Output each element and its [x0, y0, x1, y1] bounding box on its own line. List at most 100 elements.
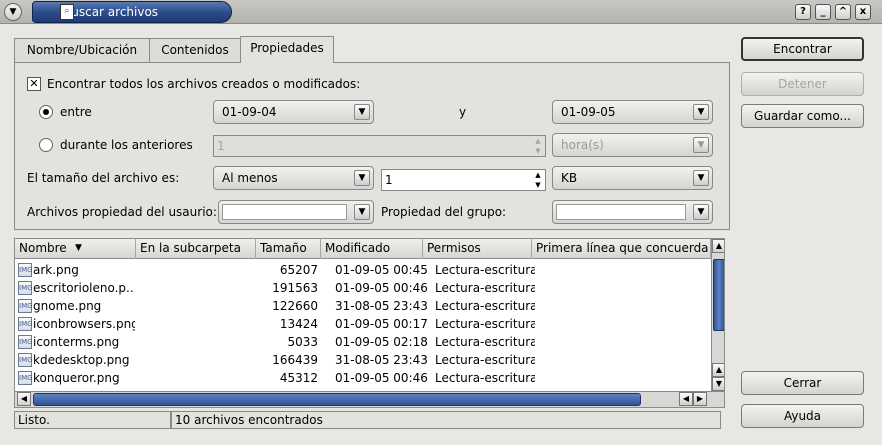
help-window-button[interactable]: ? [795, 4, 811, 20]
cell-permissions: Lectura-escritura [435, 335, 535, 349]
tab-properties[interactable]: Propiedades [240, 36, 334, 63]
scroll-left-icon[interactable]: ◀ [679, 392, 693, 406]
column-header-subfolder[interactable]: En la subcarpeta [136, 239, 256, 259]
chevron-down-icon: ▼ [693, 170, 709, 186]
during-unit-value: hora(s) [561, 138, 604, 152]
tab-name-location-label: Nombre/Ubicación [26, 43, 138, 57]
cell-modified: 01-09-05 00:45 [335, 263, 428, 277]
horizontal-scroll-thumb[interactable] [33, 393, 641, 406]
cell-name: escritorioleno.p... [33, 281, 135, 295]
help-button[interactable]: Ayuda [741, 404, 864, 428]
vertical-scroll-thumb[interactable] [713, 259, 724, 331]
cell-permissions: Lectura-escritura [435, 263, 535, 277]
during-value-spinbox[interactable]: 1 ▲ ▼ [213, 135, 546, 157]
owner-user-combo[interactable]: ▼ [218, 200, 374, 224]
size-mode-select[interactable]: Al menos ▼ [213, 166, 374, 190]
tab-name-location[interactable]: Nombre/Ubicación [14, 38, 150, 62]
spin-arrows-icon: ▲ ▼ [535, 171, 541, 189]
close-button[interactable]: Cerrar [741, 371, 864, 395]
image-file-icon: IMG [18, 281, 33, 295]
size-unit-select[interactable]: KB ▼ [552, 166, 713, 190]
vertical-scrollbar[interactable]: ▲ ▲ ▼ [711, 239, 724, 391]
close-window-button[interactable]: x [855, 4, 871, 20]
scroll-right-icon[interactable]: ▶ [693, 392, 707, 406]
minimize-button[interactable]: _ [815, 4, 831, 20]
status-found-count: 10 archivos encontrados [171, 411, 721, 429]
tab-contents-label: Contenidos [161, 43, 229, 57]
table-row[interactable]: IMG kdedesktop.png 166439 31-08-05 23:43 Lec… [15, 351, 711, 369]
cell-size: 13424 [279, 317, 318, 331]
find-created-modified-checkbox[interactable]: ✕ [27, 77, 41, 91]
scroll-up-icon[interactable]: ▲ [712, 363, 724, 377]
chevron-down-icon: ▼ [354, 104, 370, 120]
owner-group-label: Propiedad del grupo: [381, 205, 507, 219]
cell-name: kdedesktop.png [33, 353, 130, 367]
column-header-size[interactable]: Tamaño [256, 239, 321, 259]
table-row[interactable]: IMG ark.png 65207 01-09-05 00:45 Lectura-esc… [15, 261, 711, 279]
and-label: y [459, 105, 467, 119]
horizontal-scrollbar[interactable]: ◀ ◀ ▶ [15, 391, 724, 407]
cell-size: 122660 [272, 299, 318, 313]
between-label: entre [60, 105, 92, 119]
between-radio[interactable] [39, 105, 53, 119]
image-file-icon: IMG [18, 371, 33, 385]
column-name-label: Nombre [19, 241, 67, 255]
cell-name: iconbrowsers.png [33, 317, 135, 331]
during-label: durante los anteriores [60, 138, 193, 152]
maximize-button[interactable]: ^ [835, 4, 851, 20]
cell-permissions: Lectura-escritura [435, 371, 535, 385]
results-table[interactable]: Nombre ▼ En la subcarpeta Tamaño Modific… [14, 238, 725, 408]
cell-size: 166439 [272, 353, 318, 367]
cell-modified: 31-08-05 23:43 [335, 353, 428, 367]
spin-arrows-icon: ▲ ▼ [535, 137, 541, 155]
table-row[interactable]: IMG iconbrowsers.png 13424 01-09-05 00:17 Le… [15, 315, 711, 333]
chevron-down-icon: ▼ [354, 170, 370, 186]
chevron-down-icon: ▼ [354, 204, 370, 220]
cell-permissions: Lectura-escritura [435, 299, 535, 313]
cell-permissions: Lectura-escritura [435, 353, 535, 367]
scroll-down-icon[interactable]: ▼ [712, 377, 724, 391]
date-to-select[interactable]: 01-09-05 ▼ [552, 100, 713, 124]
stop-button[interactable]: Detener [741, 72, 864, 96]
image-file-icon: IMG [18, 263, 33, 277]
save-as-button[interactable]: Guardar como... [741, 104, 864, 128]
date-from-select[interactable]: 01-09-04 ▼ [213, 100, 374, 124]
cell-modified: 31-08-05 23:43 [335, 299, 428, 313]
cell-size: 5033 [287, 335, 318, 349]
window-title: Buscar archivos [63, 5, 159, 19]
cell-name: iconterms.png [33, 335, 120, 349]
column-header-permissions[interactable]: Permisos [423, 239, 532, 259]
column-header-modified[interactable]: Modificado [321, 239, 423, 259]
cell-modified: 01-09-05 00:17 [335, 317, 428, 331]
window-menu-button[interactable]: ▼ [4, 3, 22, 21]
column-header-first-line[interactable]: Primera línea que concuerda [532, 239, 711, 259]
chevron-down-icon: ▼ [693, 104, 709, 120]
cell-name: gnome.png [33, 299, 102, 313]
scroll-up-icon[interactable]: ▲ [712, 239, 724, 253]
owner-user-input[interactable] [222, 204, 347, 220]
tab-properties-label: Propiedades [250, 41, 324, 55]
scroll-left-icon[interactable]: ◀ [17, 392, 31, 406]
cell-size: 45312 [279, 371, 318, 385]
table-row[interactable]: IMG gnome.png 122660 31-08-05 23:43 Lectura-… [15, 297, 711, 315]
during-unit-select[interactable]: hora(s) ▼ [552, 133, 713, 157]
table-row[interactable]: IMG konqueror.png 45312 01-09-05 00:46 Lectu… [15, 369, 711, 387]
table-row[interactable]: IMG escritorioleno.p... 191563 01-09-05 00:… [15, 279, 711, 297]
column-header-name[interactable]: Nombre ▼ [15, 239, 136, 259]
during-radio[interactable] [39, 138, 53, 152]
size-mode-value: Al menos [222, 171, 278, 185]
cell-permissions: Lectura-escritura [435, 317, 535, 331]
sort-desc-icon: ▼ [75, 243, 82, 253]
chevron-down-icon: ▼ [693, 204, 709, 220]
tab-contents[interactable]: Contenidos [149, 38, 241, 62]
owner-group-input[interactable] [556, 204, 686, 220]
size-value-spinbox[interactable]: 1 ▲ ▼ [381, 169, 546, 191]
owner-group-combo[interactable]: ▼ [552, 200, 713, 224]
image-file-icon: IMG [18, 335, 33, 349]
cell-modified: 01-09-05 00:46 [335, 281, 428, 295]
find-created-modified-label: Encontrar todos los archivos creados o m… [47, 77, 361, 91]
table-row[interactable]: IMG iconterms.png 5033 01-09-05 02:18 Lectur… [15, 333, 711, 351]
date-to-value: 01-09-05 [561, 105, 616, 119]
table-header: Nombre ▼ En la subcarpeta Tamaño Modific… [15, 239, 711, 259]
find-button[interactable]: Encontrar [741, 37, 864, 61]
